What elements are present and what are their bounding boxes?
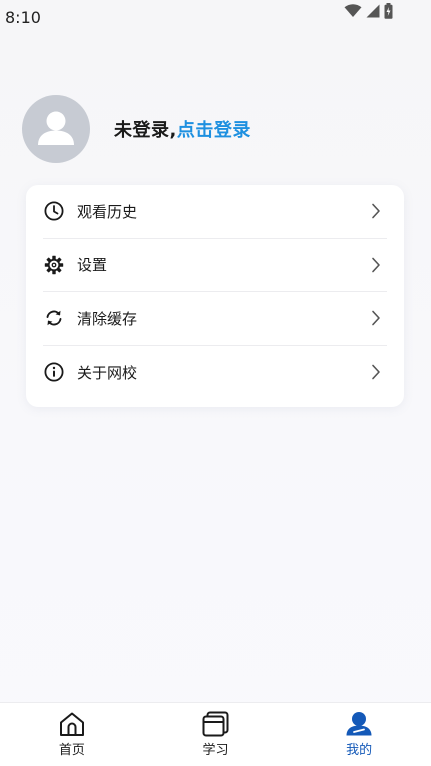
menu-card: 观看历史 设置 清除缓存 关于网校 xyxy=(26,185,404,407)
menu-item-settings[interactable]: 设置 xyxy=(43,239,387,292)
clock-icon xyxy=(43,200,65,222)
login-status-text: 未登录, xyxy=(114,120,177,141)
nav-item-home[interactable]: 首页 xyxy=(0,703,144,766)
status-time: 8:10 xyxy=(5,8,41,27)
chevron-right-icon xyxy=(372,257,380,273)
bottom-nav: 首页 学习 我的 xyxy=(0,702,431,766)
profile-icon xyxy=(346,712,372,736)
nav-label: 学习 xyxy=(202,743,229,758)
menu-item-label: 观看历史 xyxy=(77,202,138,221)
nav-item-study[interactable]: 学习 xyxy=(144,703,288,766)
info-icon xyxy=(43,361,65,383)
book-icon xyxy=(202,711,228,737)
nav-label: 首页 xyxy=(58,743,85,758)
gear-icon xyxy=(43,254,65,276)
nav-item-mine[interactable]: 我的 xyxy=(287,703,431,766)
login-prompt: 未登录,点击登录 xyxy=(114,116,251,142)
nav-label: 我的 xyxy=(346,743,373,758)
menu-item-label: 清除缓存 xyxy=(77,309,138,328)
status-bar: 8:10 xyxy=(0,0,431,36)
battery-icon xyxy=(384,3,393,19)
signal-icon xyxy=(366,4,380,18)
status-icons xyxy=(344,3,393,19)
refresh-icon xyxy=(43,307,65,329)
default-avatar-icon xyxy=(38,111,74,145)
menu-item-label: 关于网校 xyxy=(77,363,138,382)
chevron-right-icon xyxy=(372,203,380,219)
chevron-right-icon xyxy=(372,310,380,326)
login-link[interactable]: 点击登录 xyxy=(177,120,251,141)
menu-item-label: 设置 xyxy=(77,256,108,275)
home-icon xyxy=(59,712,84,736)
menu-item-clear-cache[interactable]: 清除缓存 xyxy=(43,292,387,346)
menu-item-about[interactable]: 关于网校 xyxy=(43,346,387,400)
menu-item-watch-history[interactable]: 观看历史 xyxy=(43,185,387,239)
avatar[interactable] xyxy=(22,95,90,163)
wifi-icon xyxy=(344,4,362,17)
profile-header: 未登录,点击登录 xyxy=(22,95,251,163)
chevron-right-icon xyxy=(372,364,380,380)
